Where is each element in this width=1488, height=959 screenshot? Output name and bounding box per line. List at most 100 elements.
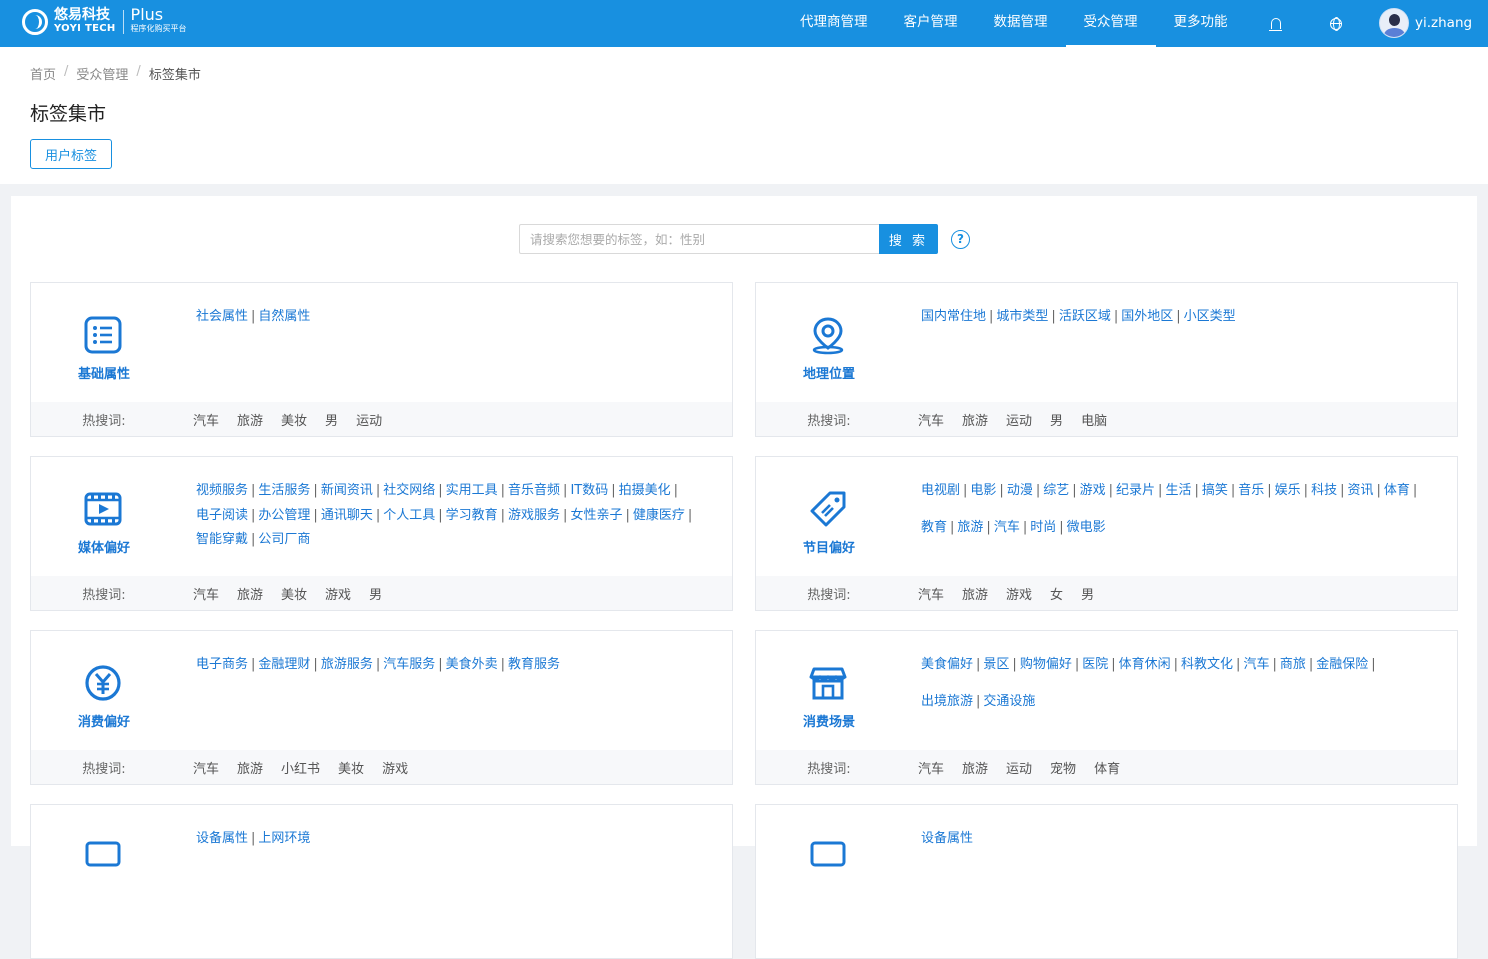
card-title[interactable]: 媒体偏好 bbox=[31, 537, 177, 556]
hot-search-item[interactable]: 男 bbox=[325, 410, 338, 429]
hot-search-item[interactable]: 汽车 bbox=[918, 584, 944, 603]
tag-link[interactable]: 商旅 bbox=[1280, 657, 1306, 672]
tag-link[interactable]: 电子商务 bbox=[196, 657, 248, 672]
tag-link[interactable]: 教育 bbox=[921, 520, 947, 535]
tag-link[interactable]: 电子阅读 bbox=[196, 508, 248, 523]
user-tags-button[interactable]: 用户标签 bbox=[30, 139, 112, 169]
tag-link[interactable]: 通讯聊天 bbox=[321, 508, 373, 523]
tag-link[interactable]: 健康医疗 bbox=[633, 508, 685, 523]
tag-link[interactable]: 实用工具 bbox=[446, 483, 498, 498]
tag-link[interactable]: 购物偏好 bbox=[1020, 657, 1072, 672]
tag-link[interactable]: 教育服务 bbox=[508, 657, 560, 672]
tag-link[interactable]: IT数码 bbox=[570, 483, 608, 498]
hot-search-item[interactable]: 旅游 bbox=[237, 758, 263, 777]
tag-link[interactable]: 资讯 bbox=[1347, 483, 1373, 498]
tag-link[interactable]: 纪录片 bbox=[1116, 483, 1155, 498]
tag-link[interactable]: 新闻资讯 bbox=[321, 483, 373, 498]
tag-link[interactable]: 国内常住地 bbox=[921, 309, 986, 324]
tag-link[interactable]: 电视剧 bbox=[921, 483, 960, 498]
user-menu[interactable]: yi.zhang bbox=[1379, 8, 1472, 38]
tag-link[interactable]: 出境旅游 bbox=[921, 694, 973, 709]
tag-link[interactable]: 金融理财 bbox=[258, 657, 310, 672]
hot-search-item[interactable]: 电脑 bbox=[1081, 410, 1107, 429]
breadcrumb-audience[interactable]: 受众管理 bbox=[76, 64, 128, 83]
tag-link[interactable]: 音乐 bbox=[1238, 483, 1264, 498]
hot-search-item[interactable]: 宠物 bbox=[1050, 758, 1076, 777]
tag-link[interactable]: 学习教育 bbox=[446, 508, 498, 523]
hot-search-item[interactable]: 汽车 bbox=[193, 758, 219, 777]
hot-search-item[interactable]: 运动 bbox=[1006, 758, 1032, 777]
tag-link[interactable]: 游戏服务 bbox=[508, 508, 560, 523]
hot-search-item[interactable]: 体育 bbox=[1094, 758, 1120, 777]
tag-link[interactable]: 游戏 bbox=[1080, 483, 1106, 498]
search-button[interactable]: 搜 索 bbox=[879, 224, 938, 254]
nav-item-audience[interactable]: 受众管理 bbox=[1065, 0, 1156, 47]
nav-item-agency[interactable]: 代理商管理 bbox=[782, 0, 886, 47]
card-title[interactable]: 基础属性 bbox=[31, 363, 177, 382]
hot-search-item[interactable]: 男 bbox=[1050, 410, 1063, 429]
hot-search-item[interactable]: 旅游 bbox=[962, 584, 988, 603]
tag-link[interactable]: 科技 bbox=[1311, 483, 1337, 498]
tag-link[interactable]: 景区 bbox=[983, 657, 1009, 672]
tag-link[interactable]: 科教文化 bbox=[1181, 657, 1233, 672]
notification-button[interactable] bbox=[1246, 0, 1306, 47]
hot-search-item[interactable]: 汽车 bbox=[918, 410, 944, 429]
brand-logo[interactable]: 悠易科技 YOYI TECH Plus 程序化购买平台 bbox=[22, 7, 187, 36]
hot-search-item[interactable]: 小红书 bbox=[281, 758, 320, 777]
hot-search-item[interactable]: 汽车 bbox=[193, 584, 219, 603]
tag-link[interactable]: 汽车服务 bbox=[383, 657, 435, 672]
hot-search-item[interactable]: 男 bbox=[369, 584, 382, 603]
tag-link[interactable]: 搞笑 bbox=[1202, 483, 1228, 498]
hot-search-item[interactable]: 美妆 bbox=[281, 584, 307, 603]
tag-link[interactable]: 体育 bbox=[1384, 483, 1410, 498]
hot-search-item[interactable]: 旅游 bbox=[962, 410, 988, 429]
tag-link[interactable]: 社会属性 bbox=[196, 309, 248, 324]
card-title[interactable]: 消费偏好 bbox=[31, 711, 177, 730]
tag-link[interactable]: 美食偏好 bbox=[921, 657, 973, 672]
tag-link[interactable]: 综艺 bbox=[1043, 483, 1069, 498]
tag-link[interactable]: 办公管理 bbox=[258, 508, 310, 523]
tag-link[interactable]: 生活服务 bbox=[258, 483, 310, 498]
tag-link[interactable]: 设备属性 bbox=[196, 831, 248, 846]
tag-link[interactable]: 视频服务 bbox=[196, 483, 248, 498]
card-title[interactable]: 消费场景 bbox=[756, 711, 902, 730]
tag-link[interactable]: 个人工具 bbox=[383, 508, 435, 523]
card-title[interactable]: 地理位置 bbox=[756, 363, 902, 382]
tag-link[interactable]: 设备属性 bbox=[921, 831, 973, 846]
tag-link[interactable]: 美食外卖 bbox=[446, 657, 498, 672]
hot-search-item[interactable]: 男 bbox=[1081, 584, 1094, 603]
tag-link[interactable]: 体育休闲 bbox=[1119, 657, 1171, 672]
hot-search-item[interactable]: 游戏 bbox=[325, 584, 351, 603]
tag-link[interactable]: 汽车 bbox=[994, 520, 1020, 535]
tag-link[interactable]: 上网环境 bbox=[258, 831, 310, 846]
help-icon[interactable]: ? bbox=[951, 229, 970, 249]
card-title[interactable]: 节目偏好 bbox=[756, 537, 902, 556]
nav-item-more[interactable]: 更多功能 bbox=[1156, 0, 1246, 47]
tag-link[interactable]: 音乐音频 bbox=[508, 483, 560, 498]
tag-link[interactable]: 旅游服务 bbox=[321, 657, 373, 672]
hot-search-item[interactable]: 美妆 bbox=[281, 410, 307, 429]
tag-link[interactable]: 汽车 bbox=[1243, 657, 1269, 672]
tag-link[interactable]: 小区类型 bbox=[1184, 309, 1236, 324]
tag-link[interactable]: 金融保险 bbox=[1316, 657, 1368, 672]
nav-item-customer[interactable]: 客户管理 bbox=[886, 0, 976, 47]
tag-link[interactable]: 医院 bbox=[1082, 657, 1108, 672]
search-input[interactable] bbox=[519, 224, 879, 254]
hot-search-item[interactable]: 旅游 bbox=[237, 584, 263, 603]
hot-search-item[interactable]: 游戏 bbox=[382, 758, 408, 777]
tag-link[interactable]: 自然属性 bbox=[258, 309, 310, 324]
breadcrumb-home[interactable]: 首页 bbox=[30, 64, 56, 83]
tag-link[interactable]: 生活 bbox=[1165, 483, 1191, 498]
tag-link[interactable]: 智能穿戴 bbox=[196, 532, 248, 547]
tag-link[interactable]: 活跃区域 bbox=[1059, 309, 1111, 324]
hot-search-item[interactable]: 旅游 bbox=[962, 758, 988, 777]
hot-search-item[interactable]: 汽车 bbox=[193, 410, 219, 429]
hot-search-item[interactable]: 汽车 bbox=[918, 758, 944, 777]
hot-search-item[interactable]: 女 bbox=[1050, 584, 1063, 603]
hot-search-item[interactable]: 旅游 bbox=[237, 410, 263, 429]
tag-link[interactable]: 旅游 bbox=[957, 520, 983, 535]
tag-link[interactable]: 交通设施 bbox=[983, 694, 1035, 709]
tag-link[interactable]: 动漫 bbox=[1007, 483, 1033, 498]
language-button[interactable] bbox=[1306, 0, 1366, 47]
tag-link[interactable]: 社交网络 bbox=[383, 483, 435, 498]
